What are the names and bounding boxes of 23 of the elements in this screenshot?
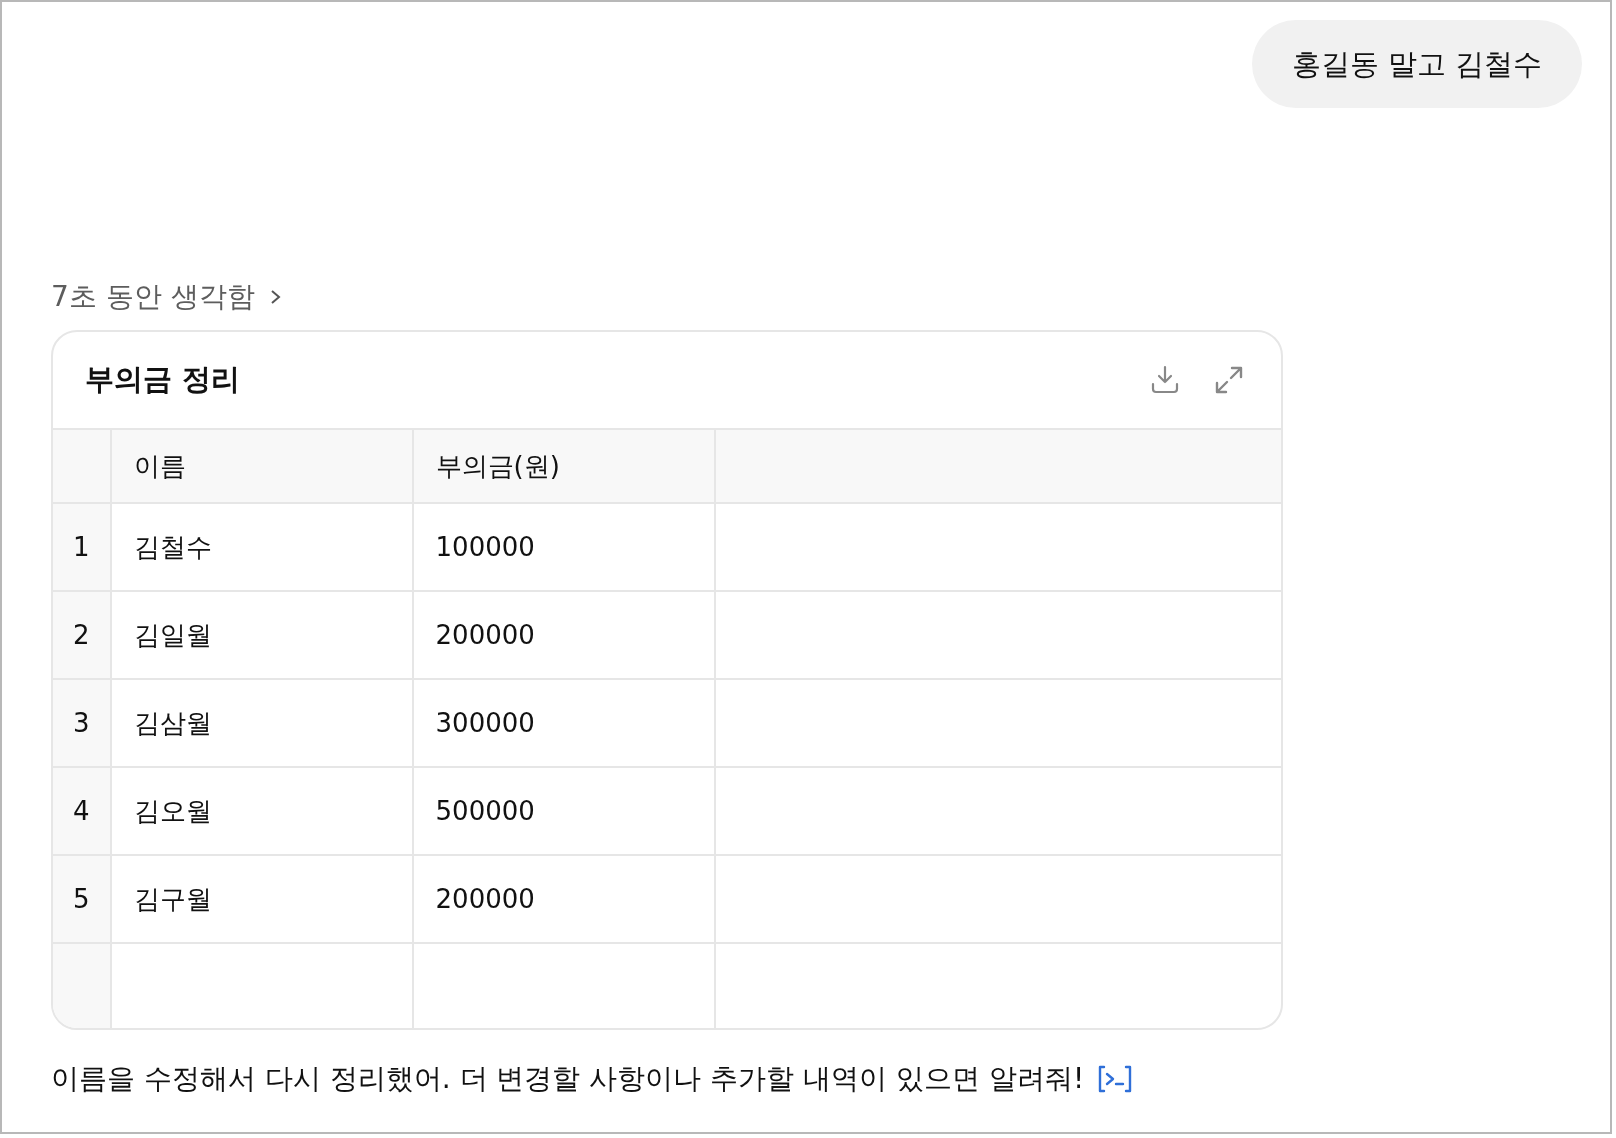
user-message: 홍길동 말고 김철수 [1251,20,1582,108]
table-cell: 100000 [435,532,535,562]
column-header: 이름 [133,450,186,481]
row-number: 5 [73,884,90,914]
table-cell: 김구월 [133,883,212,914]
download-icon[interactable] [1149,364,1181,396]
table-cell: 200000 [435,620,535,650]
reply-text: 이름을 수정해서 다시 정리했어. 더 변경할 사항이나 추가할 내역이 있으면 알려줘! [51,1061,1085,1097]
row-number: 2 [73,620,90,650]
table-cell: 500000 [435,796,535,826]
row-number: 1 [73,532,90,562]
row-number: 3 [73,708,90,738]
table-cell: 김오월 [133,795,212,826]
table-cell: 김철수 [133,531,212,562]
card-title: 부의금 정리 [85,361,241,398]
table-cell: 김일월 [133,619,212,650]
expand-icon[interactable] [1213,364,1245,396]
table-cell: 200000 [435,884,535,914]
table-cell: 300000 [435,708,535,738]
row-number: 4 [73,796,90,826]
thinking-toggle[interactable]: 7초 동안 생각함 [51,278,283,316]
table-cell: 김삼월 [133,707,212,738]
column-header: 부의금(원) [435,450,560,481]
